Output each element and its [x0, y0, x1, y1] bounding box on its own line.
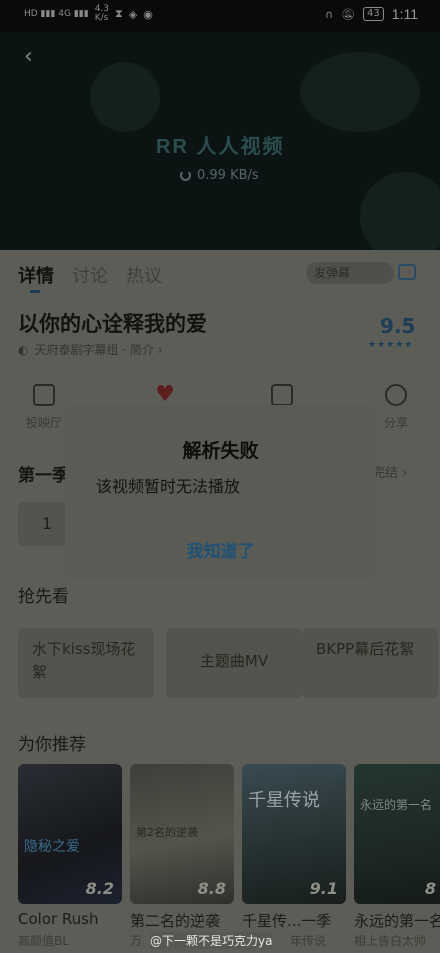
recommend-title[interactable]: 第二名的逆袭	[130, 910, 220, 931]
poster-title-art: 永远的第一名	[360, 798, 433, 812]
back-arrow-icon[interactable]: ‹	[24, 44, 33, 69]
poster-title-art: 隐秘之爱	[24, 839, 80, 855]
video-player[interactable]: ‹ RR 人人视频 0.99 KB/s	[0, 32, 440, 250]
group-icon: ◐	[18, 342, 29, 357]
poster-score: 8.8	[197, 879, 226, 898]
recommend-subtitle: 万	[130, 934, 143, 948]
danmu-toggle-icon[interactable]	[398, 264, 416, 280]
recommend-subtitle: 高颜值BL	[18, 934, 69, 948]
preview-card-label: BKPP幕后花絮	[316, 640, 415, 658]
preview-card-label: 主题曲MV	[199, 652, 269, 670]
preview-card[interactable]: 主题曲MV	[166, 628, 302, 698]
share-label: 分享	[383, 416, 408, 430]
show-subtitle[interactable]: ◐ 天府泰剧字幕组 · 简介 ›	[18, 341, 163, 358]
decor-shape	[90, 62, 160, 132]
player-hall-label: 投映厅	[25, 416, 62, 430]
status-bar: HD ▮▮▮ 4G ▮▮▮ 4.3 K/s ⧗ ◈ ◉ ∩ 🔕︎ 43 1:11	[0, 0, 440, 32]
battery-indicator: 43	[363, 7, 384, 21]
tab-discussion[interactable]: 讨论	[72, 262, 108, 288]
loading-spinner-icon	[180, 170, 191, 181]
mute-icon: 🔕︎	[341, 7, 356, 21]
subtitle-text: 天府泰剧字幕组 · 简介 ›	[34, 343, 163, 357]
headphone-icon: ∩	[325, 7, 334, 21]
poster-title-art: 千星传说	[248, 790, 320, 811]
dialog-confirm-button[interactable]: 我知道了	[65, 537, 376, 562]
poster-title-art: 第2名的逆袭	[136, 826, 198, 839]
poster-score: 9.1	[309, 879, 338, 898]
season-label: 第一季	[18, 466, 69, 486]
tv-icon	[33, 384, 55, 406]
favorite-button[interactable]: ♥	[135, 384, 195, 406]
danmu-input[interactable]: 发弹幕	[306, 262, 394, 284]
status-right: ∩ 🔕︎ 43 1:11	[325, 6, 418, 22]
status-left: HD ▮▮▮ 4G ▮▮▮ 4.3 K/s ⧗ ◈ ◉	[24, 5, 153, 23]
rating-stars: ★★★★★	[368, 340, 414, 350]
signal-icons: HD ▮▮▮ 4G ▮▮▮	[24, 9, 89, 19]
download-icon	[271, 384, 293, 406]
preview-section-title: 抢先看	[18, 587, 69, 607]
recommend-poster[interactable]: 第2名的逆袭 8.8	[130, 764, 234, 904]
error-dialog: 解析失败 该视频暂时无法播放 我知道了	[65, 405, 376, 579]
network-speed: 4.3 K/s	[94, 4, 110, 23]
buffering-indicator: 0.99 KB/s	[180, 168, 259, 183]
tab-details[interactable]: 详情	[18, 262, 54, 288]
decor-shape	[300, 52, 420, 132]
recommend-poster[interactable]: 隐秘之爱 8.2	[18, 764, 122, 904]
preview-card[interactable]: BKPP幕后花絮	[302, 628, 438, 698]
recommend-title[interactable]: Color Rush	[18, 910, 99, 928]
detail-tabs: 详情 讨论 热议	[18, 262, 162, 288]
season-more-link[interactable]: 完结 ›	[372, 462, 407, 481]
recommend-title[interactable]: 永远的第一名	[354, 910, 440, 931]
layers-icon: ◈	[128, 7, 138, 21]
recommend-section-title: 为你推荐	[18, 735, 86, 755]
heart-icon: ♥	[155, 382, 175, 407]
tab-hot-talk[interactable]: 热议	[126, 262, 162, 288]
recommend-poster[interactable]: 千星传说 9.1	[242, 764, 346, 904]
hourglass-icon: ⧗	[115, 7, 123, 20]
buffer-speed: 0.99 KB/s	[197, 168, 259, 183]
watermark: @下一颗不是巧克力ya	[150, 932, 273, 949]
preview-card-label: 水下kiss现场花絮	[32, 640, 136, 681]
dialog-message: 该视频暂时无法播放	[96, 477, 241, 496]
dialog-title: 解析失败	[182, 440, 259, 462]
recommend-subtitle: 相上告白太帅	[354, 934, 427, 948]
recommend-subtitle: 年传说	[290, 934, 327, 948]
app-logo: RR 人人视频	[156, 136, 285, 158]
wechat-icon: ◉	[143, 7, 153, 21]
decor-shape	[360, 172, 440, 250]
recommend-poster[interactable]: 永远的第一名 8	[354, 764, 440, 904]
rating-score: 9.5	[380, 314, 416, 338]
poster-score: 8	[424, 879, 436, 898]
show-title: 以你的心诠释我的爱	[18, 312, 207, 336]
recommend-title[interactable]: 千星传...一季	[242, 910, 331, 931]
preview-card[interactable]: 水下kiss现场花絮	[18, 628, 154, 698]
share-icon	[385, 384, 407, 406]
clock: 1:11	[391, 6, 418, 22]
poster-score: 8.2	[85, 879, 114, 898]
tab-indicator	[30, 290, 40, 293]
